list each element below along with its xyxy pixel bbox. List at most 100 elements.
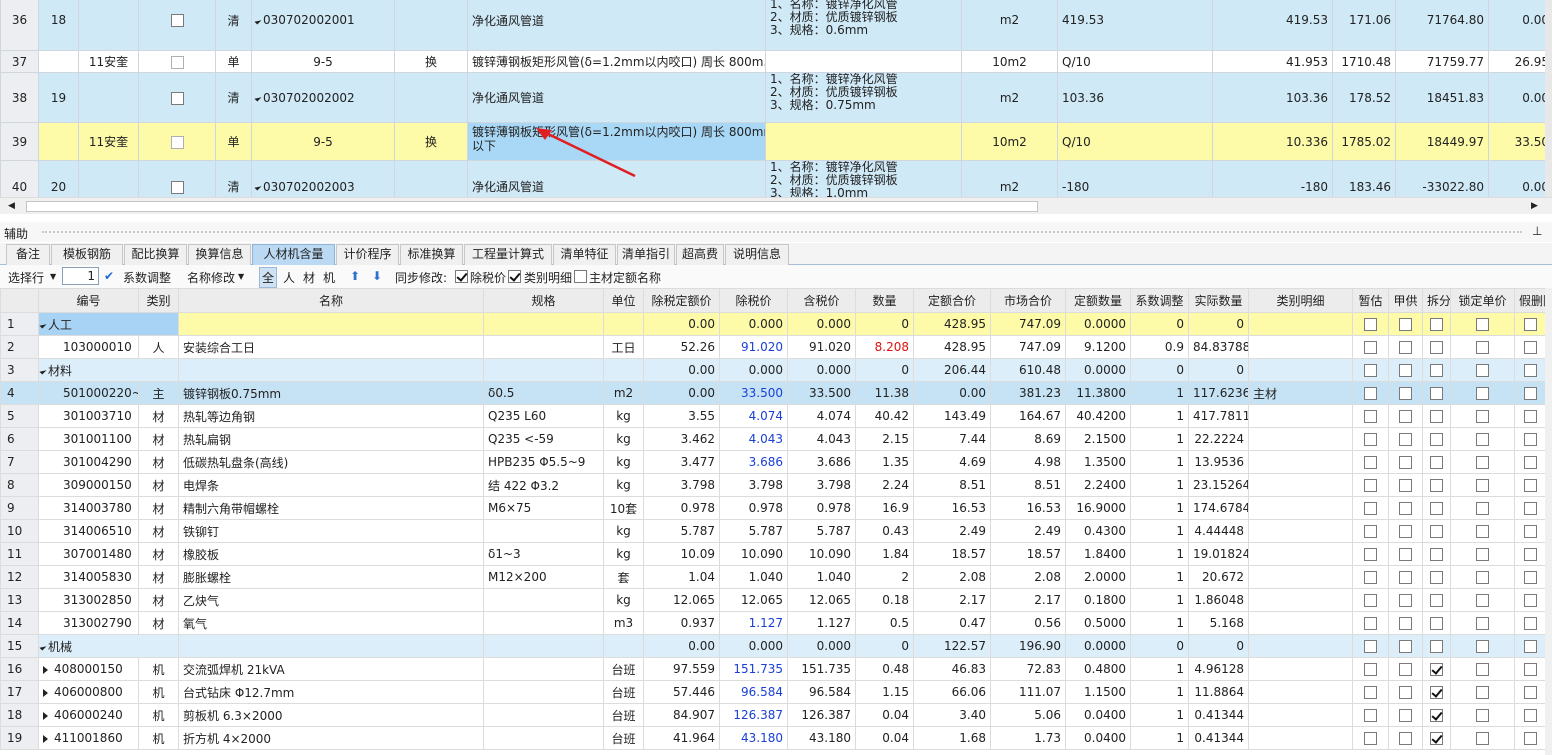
- estimate-checkbox-cell[interactable]: [1352, 611, 1389, 635]
- split-checkbox-cell[interactable]: [1422, 450, 1451, 474]
- checkbox[interactable]: [1364, 456, 1377, 469]
- lock-price-checkbox-cell[interactable]: [1450, 565, 1515, 589]
- estimate-checkbox-cell[interactable]: [1352, 381, 1389, 405]
- coef-cell[interactable]: 1: [1130, 588, 1189, 612]
- actual-qty[interactable]: 4.96128: [1188, 657, 1249, 681]
- checkbox[interactable]: [1523, 686, 1537, 699]
- ex-tax-quota-price[interactable]: 84.907: [643, 703, 720, 727]
- quota-qty[interactable]: 1.3500: [1065, 450, 1131, 474]
- code-cell[interactable]: 501000220~3: [38, 381, 139, 405]
- column-header[interactable]: 实际数量: [1188, 288, 1249, 313]
- type-cell[interactable]: 机: [138, 726, 179, 750]
- resource-row[interactable]: 16 408000150 机交流弧焊机 21kVA 台班 97.559 151.735 15…: [0, 657, 1545, 681]
- column-header[interactable]: 数量: [855, 288, 914, 313]
- column-header[interactable]: 类别明细: [1248, 288, 1353, 313]
- quota-total[interactable]: 1.68: [913, 726, 991, 750]
- code-cell[interactable]: 301003710: [38, 404, 139, 428]
- resource-row[interactable]: 8 309000150 材电焊条结 422 Φ3.2 kg 3.798 3.798 3.79…: [0, 473, 1545, 497]
- checkbox[interactable]: [1364, 318, 1377, 331]
- unit-price[interactable]: 1710.48: [1332, 50, 1396, 73]
- category-detail[interactable]: [1248, 680, 1353, 704]
- checkbox[interactable]: [1399, 640, 1412, 653]
- item-name[interactable]: 净化通风管道: [467, 0, 766, 51]
- checkbox[interactable]: [1476, 571, 1489, 584]
- qty-expr[interactable]: -180: [1057, 160, 1213, 197]
- category-detail[interactable]: [1248, 358, 1353, 382]
- type-cell[interactable]: 材: [138, 542, 179, 566]
- column-header[interactable]: 定额合价: [913, 288, 991, 313]
- name-cell[interactable]: 膨胀螺栓: [178, 565, 484, 589]
- name-cell[interactable]: 热轧等边角钢: [178, 404, 484, 428]
- owner-supply-checkbox-cell[interactable]: [1388, 634, 1423, 658]
- fake-delete-checkbox-cell[interactable]: [1514, 588, 1545, 612]
- type-cell[interactable]: 机: [138, 680, 179, 704]
- select-row-input[interactable]: 1: [62, 267, 99, 285]
- category-detail[interactable]: [1248, 335, 1353, 359]
- market-total[interactable]: 8.69: [990, 427, 1066, 451]
- owner-supply-checkbox-cell[interactable]: [1388, 611, 1423, 635]
- row-number[interactable]: 17: [0, 680, 39, 704]
- coef-cell[interactable]: 1: [1130, 726, 1189, 750]
- market-total[interactable]: 747.09: [990, 312, 1066, 336]
- unit-price[interactable]: 178.52: [1332, 72, 1396, 123]
- quota-total[interactable]: 206.44: [913, 358, 991, 382]
- ex-tax-price[interactable]: 0.000: [719, 634, 788, 658]
- spec-cell[interactable]: 结 422 Φ3.2: [483, 473, 604, 497]
- checkbox[interactable]: [1364, 571, 1377, 584]
- type-cell[interactable]: 材: [138, 565, 179, 589]
- col-a[interactable]: 26.95: [1488, 50, 1545, 73]
- ex-tax-price[interactable]: 33.500: [719, 381, 788, 405]
- bill-row[interactable]: 37 11安奎 单 9-5 换镀锌薄钢板矩形风管(δ=1.2mm以内咬口) 周长 800…: [0, 50, 1545, 73]
- checkbox[interactable]: [1430, 410, 1443, 423]
- unit[interactable]: m2: [961, 72, 1058, 123]
- col-a[interactable]: 33.50: [1488, 122, 1545, 161]
- resource-row[interactable]: 12 314005830 材膨胀螺栓 M12×200 套 1.04 1.040 1.040 2 2…: [0, 565, 1545, 589]
- checkbox[interactable]: [1476, 318, 1489, 331]
- item-name[interactable]: 镀锌薄钢板矩形风管(δ=1.2mm以内咬口) 周长 800m...: [467, 50, 766, 73]
- actual-qty[interactable]: 174.6784: [1188, 496, 1249, 520]
- checkbox[interactable]: [1399, 410, 1412, 423]
- tab-1[interactable]: 模板钢筋: [51, 244, 123, 265]
- checkbox[interactable]: [1430, 341, 1443, 354]
- type-cell[interactable]: 机: [138, 703, 179, 727]
- checkbox[interactable]: [1399, 502, 1412, 515]
- quantity-cell[interactable]: 8.208: [855, 335, 914, 359]
- coef-cell[interactable]: 1: [1130, 473, 1189, 497]
- chevron-down-icon[interactable]: ▼: [50, 272, 56, 281]
- owner-supply-checkbox-cell[interactable]: [1388, 565, 1423, 589]
- resource-row[interactable]: 4501000220~3主镀锌钢板0.75mmδ0.5m20.0033.5003…: [0, 381, 1545, 405]
- item-desc[interactable]: [765, 50, 962, 73]
- column-header[interactable]: 规格: [483, 288, 604, 313]
- fake-delete-checkbox-cell[interactable]: [1514, 542, 1545, 566]
- fake-delete-checkbox-cell[interactable]: [1514, 565, 1545, 589]
- code-cell[interactable]: 314003780: [38, 496, 139, 520]
- lock-price-checkbox-cell[interactable]: [1450, 427, 1515, 451]
- quota-total[interactable]: 16.53: [913, 496, 991, 520]
- ex-tax-quota-price[interactable]: 57.446: [643, 680, 720, 704]
- ex-tax-price[interactable]: 0.978: [719, 496, 788, 520]
- market-total[interactable]: 8.51: [990, 473, 1066, 497]
- quota-qty[interactable]: 1.1500: [1065, 680, 1131, 704]
- fake-delete-checkbox-cell[interactable]: [1514, 335, 1545, 359]
- quantity-cell[interactable]: 0: [855, 358, 914, 382]
- split-checkbox-cell[interactable]: [1422, 565, 1451, 589]
- actual-qty[interactable]: 417.78112: [1188, 404, 1249, 428]
- name-cell[interactable]: 安装综合工日: [178, 335, 484, 359]
- ex-tax-price[interactable]: 10.090: [719, 542, 788, 566]
- checkbox[interactable]: [1430, 663, 1443, 676]
- column-header[interactable]: 系数调整: [1130, 288, 1189, 313]
- tax-price[interactable]: 0.978: [787, 496, 856, 520]
- owner-supply-checkbox-cell[interactable]: [1388, 496, 1423, 520]
- quantity-cell[interactable]: 0: [855, 634, 914, 658]
- ex-tax-price[interactable]: 151.735: [719, 657, 788, 681]
- checkbox[interactable]: [1399, 456, 1412, 469]
- checkbox[interactable]: [1523, 571, 1537, 584]
- total-price[interactable]: 18449.97: [1395, 122, 1489, 161]
- column-header[interactable]: 锁定单价: [1450, 288, 1515, 313]
- code-cell[interactable]: 301004290: [38, 450, 139, 474]
- split-checkbox-cell[interactable]: [1422, 588, 1451, 612]
- expand-icon[interactable]: [43, 711, 48, 720]
- col-a[interactable]: 0.00: [1488, 0, 1545, 51]
- checkbox[interactable]: [1364, 341, 1377, 354]
- ex-tax-price[interactable]: 1.127: [719, 611, 788, 635]
